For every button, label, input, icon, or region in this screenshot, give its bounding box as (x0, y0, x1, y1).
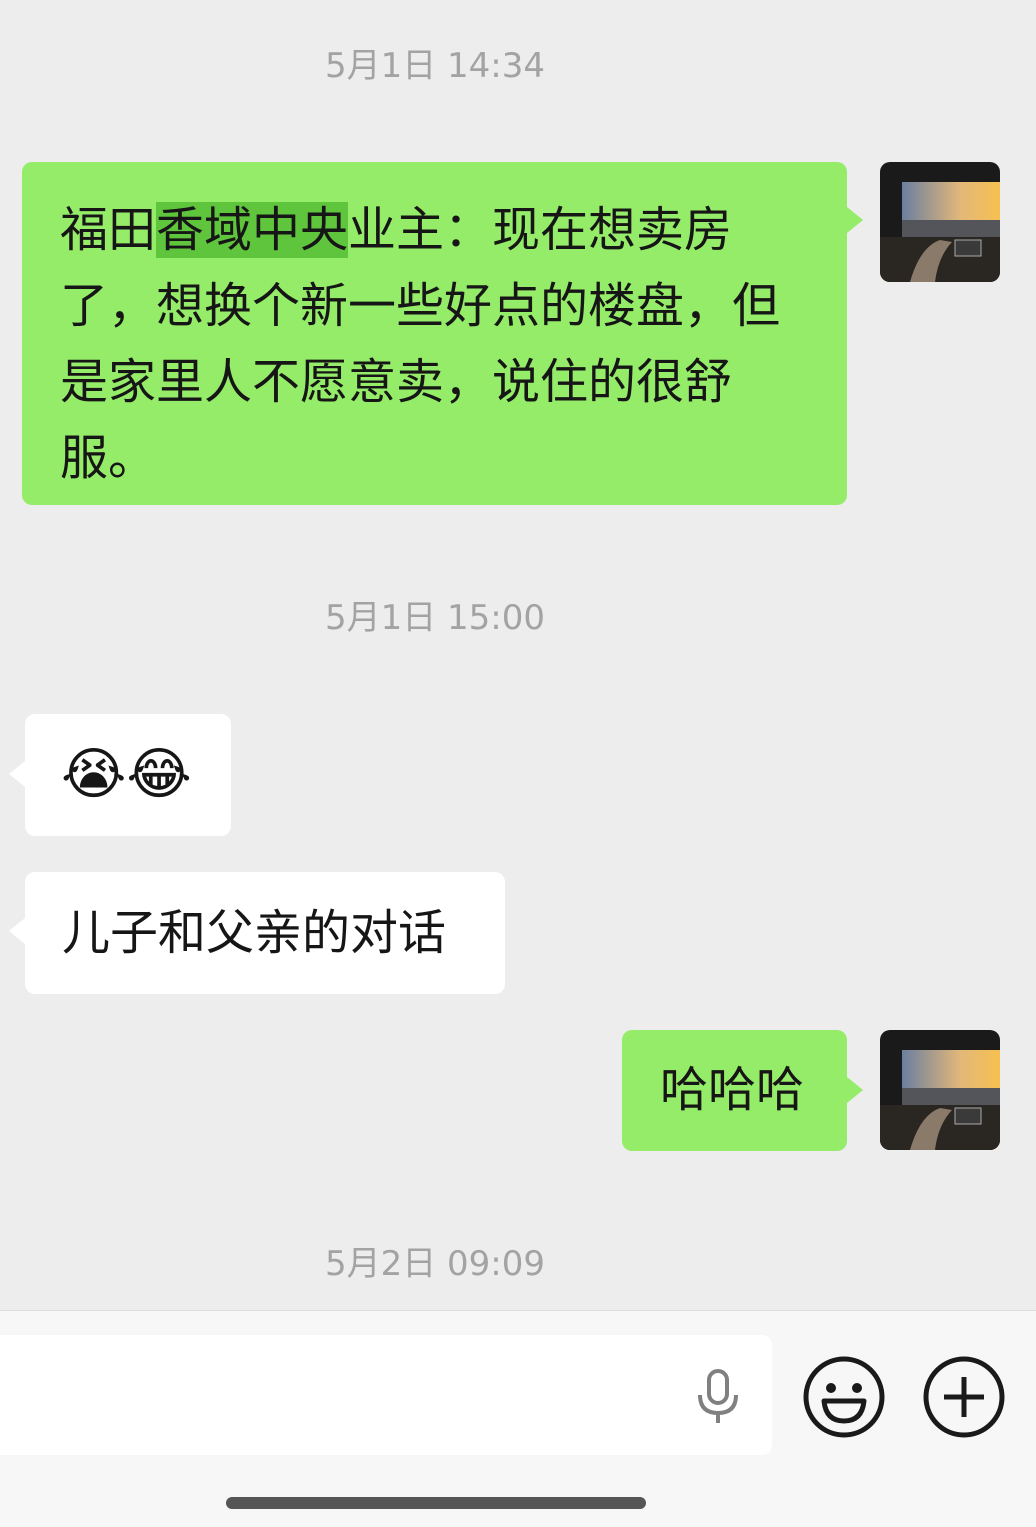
message-bubble-incoming[interactable]: 儿子和父亲的对话 (25, 872, 505, 994)
avatar[interactable] (880, 1030, 1000, 1150)
message-bubble-outgoing[interactable]: 哈哈哈 (622, 1030, 847, 1151)
message-text: 哈哈哈 (660, 1062, 805, 1118)
plus-icon[interactable] (922, 1355, 1006, 1439)
message-line: 服。 (60, 430, 157, 486)
bubble-tail (9, 761, 25, 787)
timestamp: 5月1日 14:34 (324, 46, 546, 86)
text-selection-highlight: 香域中央 (156, 202, 349, 258)
message-bubble-outgoing[interactable]: 福田香域中央业主：现在想卖房 了，想换个新一些好点的楼盘，但 是家里人不愿意卖，… (22, 162, 847, 505)
message-line: 了，想换个新一些好点的楼盘，但 (60, 278, 781, 334)
timestamp: 5月2日 09:09 (324, 1244, 546, 1284)
timestamp: 5月1日 15:00 (324, 598, 546, 638)
message-input[interactable] (0, 1335, 772, 1455)
message-line: 福田香域中央业主：现在想卖房 (60, 202, 733, 258)
avatar[interactable] (880, 162, 1000, 282)
bubble-tail (847, 1077, 863, 1103)
message-text: 儿子和父亲的对话 (62, 905, 447, 961)
input-bar (0, 1310, 1036, 1527)
emoji-icon[interactable] (802, 1355, 886, 1439)
bubble-tail (847, 207, 863, 233)
bubble-tail (9, 918, 25, 944)
home-indicator[interactable] (226, 1497, 646, 1509)
message-line: 是家里人不愿意卖，说住的很舒 (60, 354, 733, 410)
message-bubble-incoming[interactable]: 😭😂 (25, 714, 231, 836)
microphone-icon[interactable] (694, 1369, 742, 1425)
emoji-text: 😭😂 (61, 742, 192, 807)
